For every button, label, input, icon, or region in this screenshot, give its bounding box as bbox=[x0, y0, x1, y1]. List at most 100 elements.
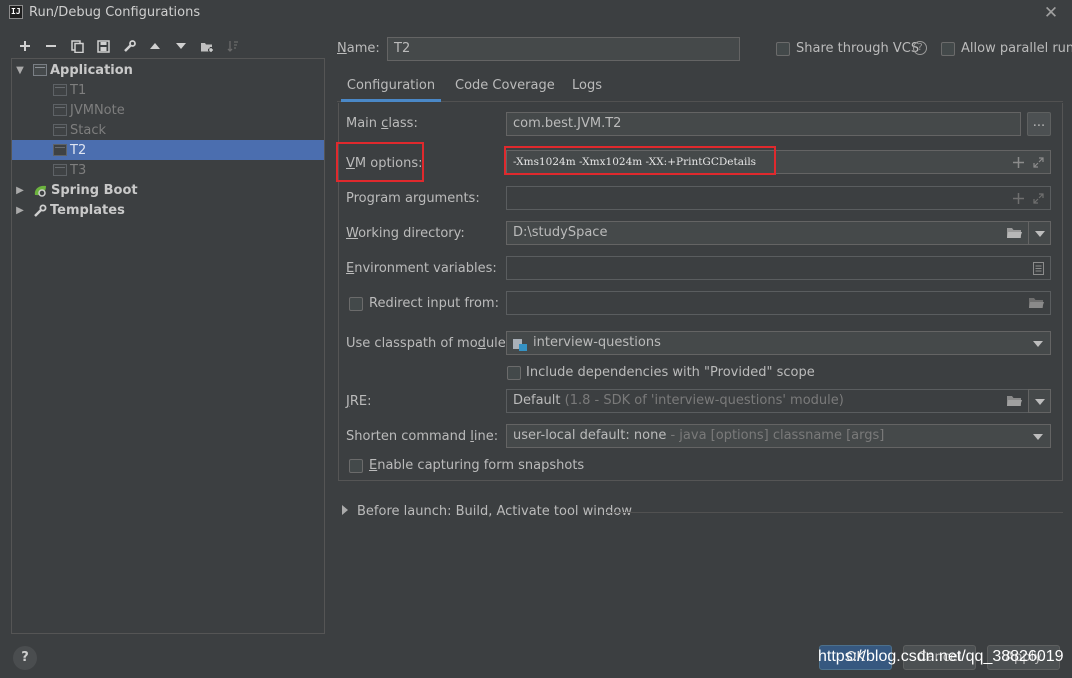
jre-hint: (1.8 - SDK of 'interview-questions' modu… bbox=[564, 393, 844, 408]
tree-item-t3[interactable]: T3 bbox=[12, 160, 324, 180]
snapshots-label: Enable capturing form snapshots bbox=[369, 458, 585, 473]
allow-parallel-checkbox[interactable] bbox=[941, 42, 955, 56]
section-divider bbox=[606, 512, 1063, 513]
expanded-arrow-icon[interactable]: ▼ bbox=[14, 65, 26, 76]
tree-group-application[interactable]: ▼ Application bbox=[12, 60, 324, 80]
tree-label: JVMNote bbox=[70, 102, 125, 118]
title-bar: IJ Run/Debug Configurations ✕ bbox=[0, 0, 1072, 26]
remove-icon[interactable] bbox=[38, 36, 64, 56]
config-icon bbox=[53, 124, 67, 136]
tree-item-jvmnote[interactable]: JVMNote bbox=[12, 100, 324, 120]
collapsed-arrow-icon[interactable] bbox=[342, 505, 348, 515]
tree-label: Templates bbox=[50, 202, 125, 218]
folder-icon[interactable] bbox=[1007, 390, 1022, 412]
module-icon bbox=[513, 337, 527, 351]
classpath-select[interactable]: interview-questions bbox=[506, 331, 1051, 355]
tree-item-stack[interactable]: Stack bbox=[12, 120, 324, 140]
wrench-icon bbox=[33, 204, 47, 217]
snapshots-checkbox[interactable] bbox=[349, 459, 363, 473]
shorten-value: user-local default: none bbox=[513, 428, 667, 443]
tree-item-t1[interactable]: T1 bbox=[12, 80, 324, 100]
expand-plus-icon[interactable] bbox=[1013, 187, 1024, 209]
application-icon bbox=[33, 64, 47, 76]
tree-label: Application bbox=[50, 62, 133, 78]
redirect-input-field[interactable] bbox=[506, 291, 1051, 315]
shorten-select[interactable]: user-local default: none - java [options… bbox=[506, 424, 1051, 448]
collapsed-arrow-icon[interactable]: ▶ bbox=[14, 185, 26, 196]
shorten-hint: - java [options] classname [args] bbox=[670, 428, 885, 443]
chevron-down-icon bbox=[1033, 434, 1043, 440]
env-vars-label: Environment variables: bbox=[346, 261, 497, 276]
tab-code-coverage[interactable]: Code Coverage bbox=[455, 78, 555, 102]
include-deps-checkbox[interactable] bbox=[507, 366, 521, 380]
name-label: Name: bbox=[337, 41, 380, 56]
share-vcs-checkbox[interactable] bbox=[776, 42, 790, 56]
spring-boot-icon bbox=[33, 184, 48, 197]
tabs-divider bbox=[337, 101, 1063, 102]
copy-icon[interactable] bbox=[64, 36, 90, 56]
jre-field[interactable]: Default (1.8 - SDK of 'interview-questio… bbox=[506, 389, 1029, 413]
working-dir-field[interactable]: D:\studySpace bbox=[506, 221, 1029, 245]
program-args-label: Program arguments: bbox=[346, 191, 480, 206]
highlight-box bbox=[336, 142, 424, 182]
program-args-field[interactable] bbox=[506, 186, 1051, 210]
move-down-icon[interactable] bbox=[168, 36, 194, 56]
main-class-label: Main class: bbox=[346, 116, 418, 131]
folder-icon[interactable] bbox=[1029, 292, 1044, 314]
sort-icon[interactable] bbox=[220, 36, 246, 56]
env-vars-field[interactable] bbox=[506, 256, 1051, 280]
before-launch-label[interactable]: Before launch: Build, Activate tool wind… bbox=[357, 504, 632, 519]
redirect-input-label: Redirect input from: bbox=[369, 296, 499, 311]
window-title: Run/Debug Configurations bbox=[29, 5, 201, 20]
jre-value: Default bbox=[513, 393, 561, 408]
expand-field-icon[interactable] bbox=[1033, 187, 1044, 209]
allow-parallel-label: Allow parallel run bbox=[961, 41, 1072, 56]
shorten-label: Shorten command line: bbox=[346, 429, 499, 444]
add-icon[interactable] bbox=[12, 36, 38, 56]
wrench-icon[interactable] bbox=[116, 36, 142, 56]
move-up-icon[interactable] bbox=[142, 36, 168, 56]
tree-label: Spring Boot bbox=[51, 182, 138, 198]
save-icon[interactable] bbox=[90, 36, 116, 56]
config-toolbar bbox=[12, 36, 246, 56]
tree-label: T1 bbox=[70, 82, 87, 98]
highlight-box bbox=[504, 146, 776, 175]
tree-item-t2[interactable]: T2 bbox=[12, 140, 324, 160]
chevron-down-icon bbox=[1035, 231, 1045, 237]
new-folder-icon[interactable] bbox=[194, 36, 220, 56]
jre-dropdown[interactable] bbox=[1028, 389, 1051, 413]
name-field[interactable]: T2 bbox=[387, 37, 740, 61]
intellij-logo-icon: IJ bbox=[9, 5, 23, 19]
tab-logs[interactable]: Logs bbox=[572, 78, 602, 102]
expand-plus-icon[interactable] bbox=[1013, 151, 1024, 173]
tree-group-templates[interactable]: ▶ Templates bbox=[12, 200, 324, 220]
watermark-text: https://blog.csdn.net/qq_38826019 bbox=[818, 648, 1064, 665]
chevron-down-icon bbox=[1035, 399, 1045, 405]
jre-label: JRE: bbox=[346, 394, 372, 409]
help-button[interactable]: ? bbox=[13, 646, 37, 670]
expand-field-icon[interactable] bbox=[1033, 151, 1044, 173]
tab-configuration[interactable]: Configuration bbox=[341, 78, 441, 102]
close-icon[interactable]: ✕ bbox=[1043, 3, 1059, 23]
config-icon bbox=[53, 144, 67, 156]
classpath-label: Use classpath of module: bbox=[346, 336, 511, 351]
config-icon bbox=[53, 164, 67, 176]
working-dir-dropdown[interactable] bbox=[1028, 221, 1051, 245]
config-icon bbox=[53, 104, 67, 116]
document-icon[interactable] bbox=[1033, 257, 1044, 279]
classpath-value: interview-questions bbox=[533, 335, 661, 350]
folder-icon[interactable] bbox=[1007, 222, 1022, 244]
tree-label: T2 bbox=[70, 142, 87, 158]
browse-button[interactable]: ... bbox=[1027, 112, 1051, 136]
working-dir-value: D:\studySpace bbox=[513, 225, 608, 240]
collapsed-arrow-icon[interactable]: ▶ bbox=[14, 205, 26, 216]
config-tree: ▼ Application T1 JVMNote Stack T2 T3 ▶ S… bbox=[11, 58, 325, 634]
help-circle-icon[interactable]: ? bbox=[913, 41, 927, 55]
share-vcs-label: Share through VCS bbox=[796, 41, 920, 56]
working-dir-label: Working directory: bbox=[346, 226, 465, 241]
chevron-down-icon bbox=[1033, 341, 1043, 347]
tree-group-spring-boot[interactable]: ▶ Spring Boot bbox=[12, 180, 324, 200]
tree-label: T3 bbox=[70, 162, 87, 178]
main-class-field[interactable]: com.best.JVM.T2 bbox=[506, 112, 1021, 136]
redirect-input-checkbox[interactable] bbox=[349, 297, 363, 311]
